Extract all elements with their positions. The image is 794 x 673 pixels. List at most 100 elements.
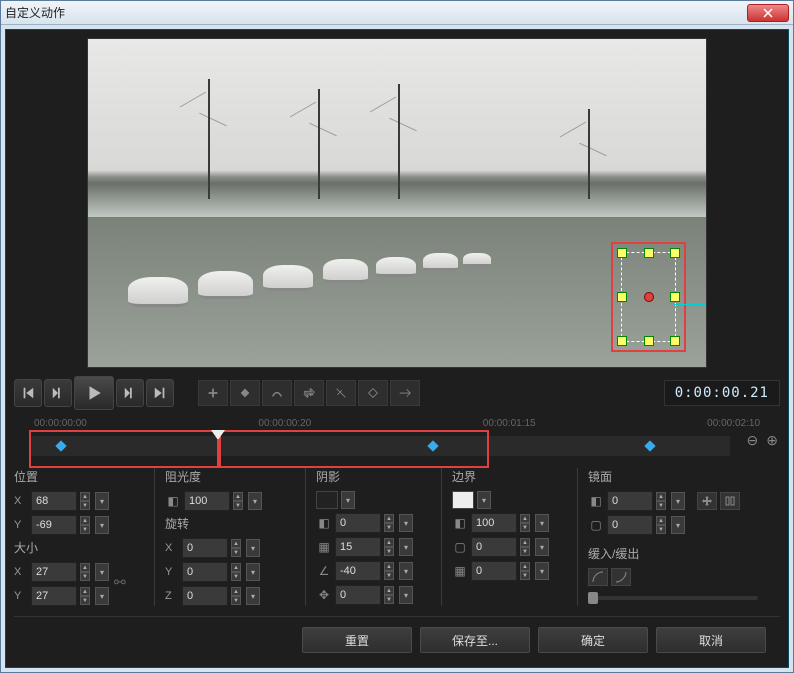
playhead[interactable] — [218, 430, 225, 447]
spinner-down[interactable]: ▼ — [520, 571, 530, 580]
resize-handle[interactable] — [617, 292, 627, 302]
menu-button[interactable]: ▾ — [95, 563, 109, 581]
spinner-down[interactable]: ▼ — [520, 523, 530, 532]
zoom-out-icon[interactable]: ⊖ — [747, 432, 759, 449]
swap-button[interactable] — [294, 380, 324, 406]
spinner-up[interactable]: ▲ — [80, 516, 90, 525]
spinner-up[interactable]: ▲ — [80, 492, 90, 501]
step-back-button[interactable] — [44, 379, 72, 407]
mirror-move-button[interactable] — [697, 492, 717, 510]
spinner-down[interactable]: ▼ — [656, 525, 666, 534]
shadow-v3-input[interactable] — [335, 561, 381, 581]
spinner-down[interactable]: ▼ — [80, 572, 90, 581]
menu-button[interactable]: ▾ — [477, 491, 491, 509]
resize-handle[interactable] — [670, 292, 680, 302]
step-forward-button[interactable] — [116, 379, 144, 407]
spinner-up[interactable]: ▲ — [384, 538, 394, 547]
opacity-input[interactable] — [184, 491, 230, 511]
spinner-up[interactable]: ▲ — [656, 492, 666, 501]
spinner-down[interactable]: ▼ — [80, 501, 90, 510]
keyframe-tool-5[interactable] — [390, 380, 420, 406]
position-x-input[interactable] — [31, 491, 77, 511]
shadow-v4-input[interactable] — [335, 585, 381, 605]
spinner-up[interactable]: ▲ — [233, 492, 243, 501]
keyframe-tool-4[interactable] — [358, 380, 388, 406]
menu-button[interactable]: ▾ — [399, 562, 413, 580]
go-start-button[interactable] — [14, 379, 42, 407]
keyframe-tool-2[interactable] — [262, 380, 292, 406]
spinner-down[interactable]: ▼ — [80, 525, 90, 534]
spinner-down[interactable]: ▼ — [384, 523, 394, 532]
timeline[interactable]: 00:00:00:00 00:00:00:20 00:00:01:15 00:0… — [14, 418, 780, 458]
resize-handle[interactable] — [617, 336, 627, 346]
rotation-y-input[interactable] — [182, 562, 228, 582]
shadow-v2-input[interactable] — [335, 537, 381, 557]
cancel-button[interactable]: 取消 — [656, 627, 766, 653]
keyframe-tool-1[interactable] — [230, 380, 260, 406]
menu-button[interactable]: ▾ — [399, 514, 413, 532]
keyframe-tool-3[interactable] — [326, 380, 356, 406]
size-x-input[interactable] — [31, 562, 77, 582]
center-handle[interactable] — [644, 292, 654, 302]
menu-button[interactable]: ▾ — [95, 587, 109, 605]
spinner-up[interactable]: ▲ — [520, 514, 530, 523]
resize-handle[interactable] — [617, 248, 627, 258]
spinner-down[interactable]: ▼ — [231, 572, 241, 581]
size-y-input[interactable] — [31, 586, 77, 606]
add-keyframe-button[interactable] — [198, 380, 228, 406]
rotation-z-input[interactable] — [182, 586, 228, 606]
keyframe-marker[interactable] — [644, 440, 655, 451]
menu-button[interactable]: ▾ — [671, 492, 685, 510]
resize-handle[interactable] — [670, 336, 680, 346]
menu-button[interactable]: ▾ — [95, 492, 109, 510]
ease-slider[interactable] — [588, 596, 758, 600]
spinner-up[interactable]: ▲ — [656, 516, 666, 525]
menu-button[interactable]: ▾ — [535, 562, 549, 580]
ease-out-button[interactable] — [611, 568, 631, 586]
zoom-in-icon[interactable]: ⊕ — [766, 432, 778, 449]
ok-button[interactable]: 确定 — [538, 627, 648, 653]
close-button[interactable] — [747, 4, 789, 22]
spinner-down[interactable]: ▼ — [520, 547, 530, 556]
resize-handle[interactable] — [644, 248, 654, 258]
spinner-up[interactable]: ▲ — [231, 587, 241, 596]
spinner-down[interactable]: ▼ — [656, 501, 666, 510]
menu-button[interactable]: ▾ — [246, 539, 260, 557]
selection-box[interactable] — [611, 242, 686, 352]
spinner-down[interactable]: ▼ — [384, 547, 394, 556]
spinner-up[interactable]: ▲ — [80, 587, 90, 596]
menu-button[interactable]: ▾ — [671, 516, 685, 534]
mirror-v2-input[interactable] — [607, 515, 653, 535]
play-button[interactable] — [74, 376, 114, 410]
spinner-down[interactable]: ▼ — [384, 595, 394, 604]
border-color-swatch[interactable] — [452, 491, 474, 509]
preview-canvas[interactable] — [87, 38, 707, 368]
menu-button[interactable]: ▾ — [341, 491, 355, 509]
spinner-up[interactable]: ▲ — [384, 586, 394, 595]
resize-handle[interactable] — [644, 336, 654, 346]
spinner-down[interactable]: ▼ — [231, 548, 241, 557]
spinner-up[interactable]: ▲ — [384, 514, 394, 523]
shadow-v1-input[interactable] — [335, 513, 381, 533]
menu-button[interactable]: ▾ — [248, 492, 262, 510]
reset-button[interactable]: 重置 — [302, 627, 412, 653]
mirror-v1-input[interactable] — [607, 491, 653, 511]
spinner-up[interactable]: ▲ — [231, 539, 241, 548]
spinner-up[interactable]: ▲ — [384, 562, 394, 571]
timeline-track[interactable] — [29, 436, 730, 456]
menu-button[interactable]: ▾ — [399, 586, 413, 604]
resize-handle[interactable] — [670, 248, 680, 258]
mirror-flip-button[interactable] — [720, 492, 740, 510]
spinner-up[interactable]: ▲ — [520, 538, 530, 547]
spinner-down[interactable]: ▼ — [384, 571, 394, 580]
border-v1-input[interactable] — [471, 513, 517, 533]
spinner-up[interactable]: ▲ — [80, 563, 90, 572]
border-v2-input[interactable] — [471, 537, 517, 557]
menu-button[interactable]: ▾ — [399, 538, 413, 556]
shadow-color-swatch[interactable] — [316, 491, 338, 509]
position-y-input[interactable] — [31, 515, 77, 535]
go-end-button[interactable] — [146, 379, 174, 407]
menu-button[interactable]: ▾ — [246, 563, 260, 581]
menu-button[interactable]: ▾ — [95, 516, 109, 534]
rotation-x-input[interactable] — [182, 538, 228, 558]
